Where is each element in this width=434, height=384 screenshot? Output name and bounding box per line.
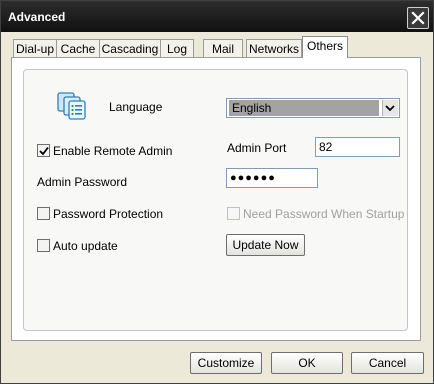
auto-update-checkbox[interactable] bbox=[37, 239, 50, 252]
admin-port-field[interactable]: 82 bbox=[315, 137, 400, 157]
password-protection-checkbox[interactable] bbox=[37, 207, 50, 220]
enable-remote-admin-checkbox[interactable] bbox=[37, 144, 50, 157]
titlebar[interactable]: Advanced bbox=[1, 1, 433, 32]
tab-networks[interactable]: Networks bbox=[246, 39, 302, 58]
password-protection-label[interactable]: Password Protection bbox=[53, 207, 163, 221]
check-icon bbox=[39, 146, 49, 156]
close-icon bbox=[411, 11, 425, 25]
ok-button[interactable]: OK bbox=[271, 352, 343, 374]
update-now-button[interactable]: Update Now bbox=[226, 234, 305, 256]
language-icon bbox=[57, 91, 87, 121]
auto-update-label[interactable]: Auto update bbox=[53, 239, 118, 253]
window-title: Advanced bbox=[8, 10, 66, 24]
tab-dial-up[interactable]: Dial-up bbox=[13, 39, 57, 58]
admin-port-label: Admin Port bbox=[227, 141, 287, 155]
need-password-checkbox bbox=[227, 207, 240, 220]
close-button[interactable] bbox=[407, 7, 429, 29]
chevron-down-icon bbox=[385, 105, 395, 112]
advanced-dialog: Advanced Dial-up Cache Cascading Log Mai… bbox=[0, 0, 434, 384]
language-dropdown-button[interactable] bbox=[382, 100, 398, 116]
need-password-label: Need Password When Startup bbox=[243, 207, 405, 221]
tab-cascading[interactable]: Cascading bbox=[99, 39, 161, 58]
enable-remote-admin-label[interactable]: Enable Remote Admin bbox=[53, 144, 172, 158]
admin-password-field[interactable]: ●●●●●● bbox=[226, 168, 318, 188]
tab-mail[interactable]: Mail bbox=[203, 39, 243, 58]
language-select[interactable]: English bbox=[226, 98, 400, 118]
tab-cache[interactable]: Cache bbox=[56, 39, 100, 58]
admin-password-label: Admin Password bbox=[37, 175, 128, 189]
cancel-button[interactable]: Cancel bbox=[351, 352, 424, 374]
language-selected-value: English bbox=[229, 100, 379, 116]
language-label: Language bbox=[109, 100, 163, 114]
tab-others[interactable]: Others bbox=[302, 36, 348, 58]
customize-button[interactable]: Customize bbox=[190, 352, 262, 374]
tab-log[interactable]: Log bbox=[160, 39, 194, 58]
